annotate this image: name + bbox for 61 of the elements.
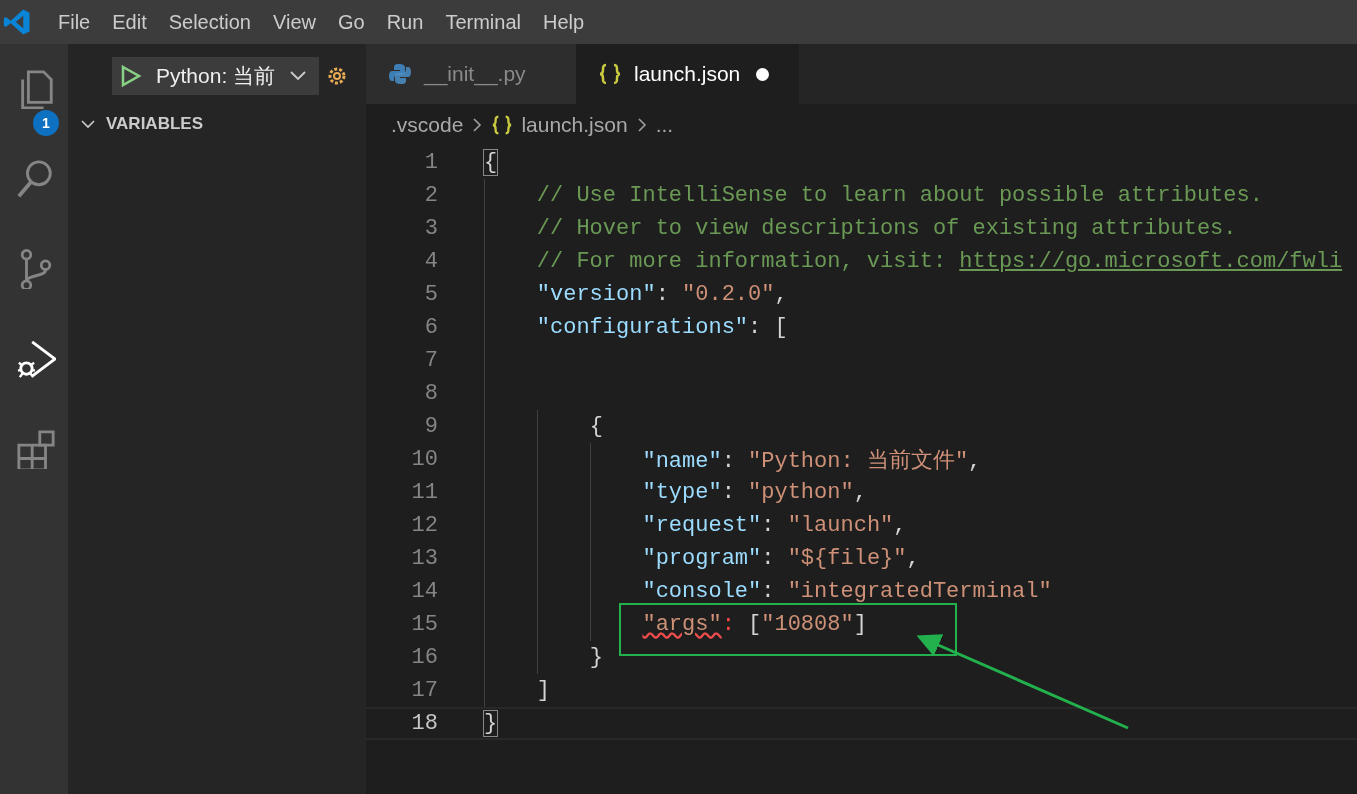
menu-item[interactable]: Help [532,10,597,34]
line-number: 2 [423,183,438,208]
breadcrumb-item[interactable]: launch.json [491,113,628,137]
code-line: // Use IntelliSense to learn about possible attributes. [535,183,1263,208]
line-number: 1 [423,150,438,175]
line-number: 18 [410,711,438,736]
braces-icon [598,62,622,86]
line-number: 15 [410,612,438,637]
menu-item[interactable]: Terminal [435,10,533,34]
menu-item[interactable]: View [263,10,328,34]
chevron-right-icon [635,116,648,134]
code-line: "type": "python", [641,480,867,505]
menu-item[interactable]: Go [328,10,377,34]
python-icon [388,62,412,86]
breadcrumb-item[interactable]: ... [655,113,674,137]
editor-tab[interactable]: launch.json [576,44,800,104]
run-configuration-dropdown[interactable]: Python: 当前 [112,57,320,95]
line-number: 6 [423,315,438,340]
code-line: "console": "integratedTerminal" [641,579,1052,604]
menu-item[interactable]: File [48,10,103,34]
line-number: 4 [423,249,438,274]
breadcrumb-item[interactable]: .vscode [391,113,464,137]
code-line: { [588,414,603,439]
menu-item[interactable]: Run [376,10,436,34]
line-number: 17 [410,678,438,703]
code-line: "version": "0.2.0", [535,282,788,307]
chevron-right-icon [471,116,484,134]
line-number: 10 [410,447,438,472]
line-number: 9 [423,414,438,439]
code-line: // For more information, visit: https://go.microsoft.com/fwli [535,249,1343,274]
chevron-down-icon [289,70,308,82]
code-line: "request": "launch", [641,513,907,538]
code-line: "configurations": [ [535,315,788,340]
run-debug-icon[interactable] [15,339,56,379]
code-line: } [484,711,498,736]
code-line: "name": "Python: 当前文件", [641,447,982,475]
code-line: "args": ["10808"] [641,612,867,637]
line-number: 8 [423,381,438,406]
code-line: // Hover to view descriptions of existing attributes. [535,216,1237,241]
line-number: 7 [423,348,438,373]
app-logo-icon [2,7,32,37]
line-number: 11 [410,480,438,505]
extensions-icon[interactable] [15,429,56,469]
line-number: 16 [410,645,438,670]
line-number: 12 [410,513,438,538]
play-icon[interactable] [120,64,142,88]
menu-item[interactable]: Selection [158,10,263,34]
code-line: } [588,645,603,670]
line-number: 13 [410,546,438,571]
editor-tab[interactable]: __init__.py [366,44,576,104]
code-line: "program": "${file}", [641,546,920,571]
line-number: 3 [423,216,438,241]
braces-icon [491,114,514,136]
count-badge: 1 [33,110,59,136]
code-line: ] [535,678,550,703]
variables-section-header[interactable]: VARIABLES [68,108,366,140]
menu-item[interactable]: Edit [102,10,159,34]
code-line: { [484,150,498,175]
unsaved-dot-icon [756,67,770,81]
line-number: 14 [410,579,438,604]
line-number: 5 [423,282,438,307]
